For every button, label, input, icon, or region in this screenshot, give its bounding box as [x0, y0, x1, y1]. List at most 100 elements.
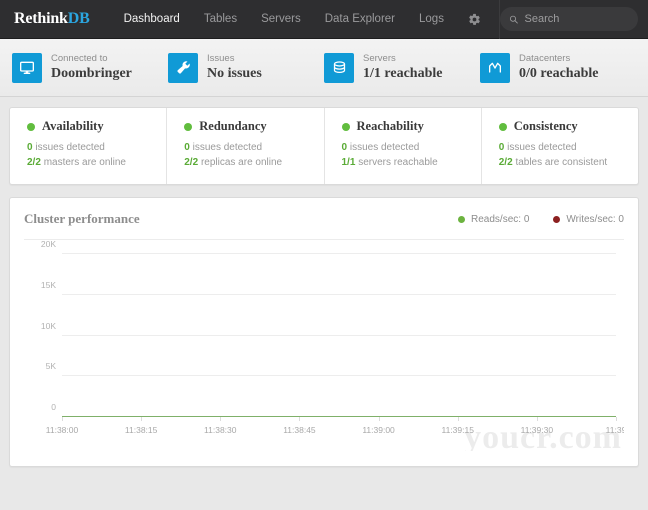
chart-x-tick-label: 11:38:30 — [204, 425, 237, 435]
chart-gridline — [62, 293, 616, 295]
nav-item-tables[interactable]: Tables — [192, 0, 249, 39]
legend-label-writes: Writes/sec: 0 — [566, 213, 624, 225]
card-title-redundancy: Redundancy — [199, 119, 267, 133]
card-line-detail: 2/2 masters are online — [27, 156, 166, 171]
status-item-connected-to: Connected to Doombringer — [12, 52, 168, 83]
card-value-issues: 0 — [184, 142, 190, 153]
legend-item-writes[interactable]: Writes/sec: 0 — [553, 214, 624, 225]
card-text-issues: issues detected — [349, 142, 420, 153]
cluster-performance-panel: Cluster performance Reads/sec: 0 Writes/… — [9, 197, 639, 467]
status-label-servers: Servers — [363, 53, 396, 64]
card-line-detail: 1/1 servers reachable — [342, 156, 481, 171]
card-value-detail: 2/2 — [498, 156, 513, 168]
chart-x-tick-mark — [457, 417, 459, 421]
chart-x-tick-label: 11:39 — [605, 425, 624, 435]
wrench-icon-tile — [168, 52, 198, 83]
status-item-servers: Servers 1/1 reachable — [324, 52, 480, 83]
chart-title: Cluster performance — [24, 211, 140, 226]
card-line-issues: 0 issues detected — [27, 141, 166, 156]
nav-item-data-explorer[interactable]: Data Explorer — [313, 0, 407, 39]
card-text-detail: servers reachable — [358, 156, 438, 168]
status-item-datacenters: Datacenters 0/0 reachable — [480, 52, 636, 83]
logo-primary-text: Rethink — [14, 10, 68, 27]
card-text-issues: issues detected — [192, 142, 263, 153]
chart-x-tick-mark — [378, 417, 380, 421]
status-card-reachability: Reachability 0 issues detected 1/1 serve… — [325, 108, 482, 184]
database-icon-tile — [324, 52, 354, 83]
card-text-detail: masters are online — [43, 156, 126, 168]
watermark-text: youcr.com — [464, 419, 622, 451]
monitor-icon-tile — [12, 52, 42, 83]
chart-y-tick-label: 0 — [51, 402, 56, 412]
chart-gridline — [62, 375, 616, 377]
card-text-detail: tables are consistent — [515, 156, 608, 168]
status-label-issues: Issues — [207, 53, 235, 64]
chart-x-tick-label: 11:39:15 — [441, 425, 474, 435]
status-card-availability: Availability 0 issues detected 2/2 maste… — [10, 108, 168, 184]
nav-links: Dashboard Tables Servers Data Explorer L… — [112, 0, 500, 39]
datacenter-icon — [489, 62, 501, 73]
chart-gridline — [62, 334, 616, 336]
app-logo[interactable]: RethinkDB — [14, 10, 90, 28]
wrench-icon — [176, 61, 190, 74]
legend-dot-reads-icon — [458, 215, 466, 223]
main-content: Availability 0 issues detected 2/2 maste… — [0, 97, 648, 477]
card-value-issues: 0 — [341, 142, 348, 153]
card-line-issues: 0 issues detected — [184, 141, 323, 156]
chart-y-tick-label: 20K — [40, 239, 56, 249]
status-card-redundancy: Redundancy 0 issues detected 2/2 replica… — [167, 108, 325, 184]
nav-item-dashboard[interactable]: Dashboard — [112, 0, 192, 39]
chart-plot-area: 0 5K 10K 15K 20K 11:38:00 11:38:15 11:38:30 11:3… — [41, 240, 624, 435]
status-value-servers: 1/1 reachable — [363, 66, 443, 81]
status-item-issues: Issues No issues — [168, 52, 324, 83]
chart-x-tick-label: 11:38:15 — [124, 425, 158, 435]
monitor-icon — [20, 61, 34, 74]
nav-item-logs[interactable]: Logs — [407, 0, 456, 39]
chart-y-tick-label: 10K — [40, 320, 56, 331]
chart-x-tick-mark — [299, 417, 301, 421]
search-input[interactable] — [524, 13, 629, 25]
card-line-issues: 0 issues detected — [499, 141, 638, 156]
card-value-issues: 0 — [27, 142, 33, 153]
chart-x-tick-label: 11:38:00 — [45, 425, 79, 435]
status-cards-panel: Availability 0 issues detected 2/2 maste… — [9, 107, 639, 185]
card-value-detail: 1/1 — [341, 156, 356, 168]
search-box[interactable] — [499, 7, 638, 31]
status-dot-icon — [27, 122, 35, 131]
chart-y-tick-label: 15K — [40, 279, 56, 290]
chart-y-tick-label: 5K — [45, 361, 56, 372]
legend-dot-writes-icon — [553, 215, 561, 223]
card-line-issues: 0 issues detected — [342, 141, 481, 156]
top-navbar: RethinkDB Dashboard Tables Servers Data … — [0, 0, 648, 39]
status-label-connected-to: Connected to — [51, 53, 108, 64]
status-dot-icon — [498, 122, 507, 131]
card-title-availability: Availability — [42, 119, 104, 133]
status-card-consistency: Consistency 0 issues detected 2/2 tables… — [482, 108, 638, 184]
chart-header: Cluster performance Reads/sec: 0 Writes/… — [24, 211, 624, 227]
status-value-issues: No issues — [207, 66, 262, 81]
card-value-detail: 2/2 — [27, 156, 41, 168]
search-icon — [509, 15, 518, 23]
card-title-reachability: Reachability — [356, 119, 424, 133]
card-line-detail: 2/2 replicas are online — [184, 156, 323, 171]
nav-item-servers[interactable]: Servers — [249, 0, 313, 39]
chart-gridline — [62, 253, 616, 254]
card-text-issues: issues detected — [35, 142, 105, 153]
chart-x-tick-label: 11:39:30 — [520, 425, 554, 435]
status-dot-icon — [184, 122, 193, 131]
gear-icon — [469, 13, 480, 25]
card-line-detail: 2/2 tables are consistent — [499, 156, 638, 171]
card-text-issues: issues detected — [507, 142, 577, 153]
legend-item-reads[interactable]: Reads/sec: 0 — [458, 214, 529, 225]
status-dot-icon — [341, 122, 350, 131]
card-value-issues: 0 — [498, 142, 505, 153]
legend-label-reads: Reads/sec: 0 — [471, 213, 530, 225]
status-label-datacenters: Datacenters — [519, 53, 571, 64]
chart-x-tick-label: 11:38:45 — [283, 425, 316, 435]
settings-button[interactable] — [456, 13, 493, 26]
chart-zero-line — [62, 415, 616, 417]
chart-x-tick-label: 11:39:00 — [362, 425, 395, 435]
chart-x-tick-mark — [220, 417, 222, 421]
card-text-detail: replicas are online — [200, 156, 283, 168]
chart-x-tick-mark — [62, 417, 63, 421]
